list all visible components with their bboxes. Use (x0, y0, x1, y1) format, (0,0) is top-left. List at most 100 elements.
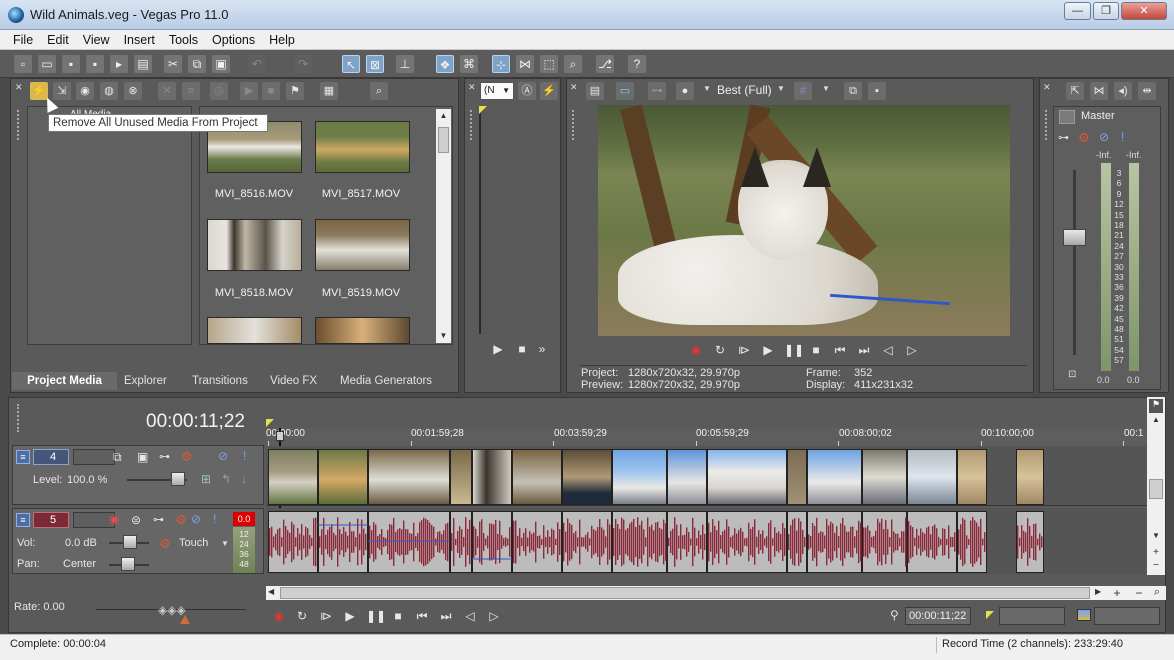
tab-project-media[interactable]: Project Media (12, 372, 117, 390)
dock-grip[interactable] (17, 110, 21, 140)
marker-flag-icon[interactable]: ⚑ (1149, 399, 1163, 413)
track-gear-icon[interactable]: ⚙ (181, 449, 193, 465)
menu-help[interactable]: Help (262, 30, 302, 49)
video-clip[interactable] (957, 449, 987, 505)
track-collapse-icon[interactable]: ≡ (16, 450, 30, 464)
menu-file[interactable]: File (6, 30, 40, 49)
start-preview-icon[interactable]: ▶ (240, 82, 258, 100)
preview-properties-icon[interactable]: ▤ (586, 82, 604, 100)
dock-grip[interactable] (1045, 110, 1049, 140)
redo-icon[interactable]: ↷ (294, 55, 312, 73)
audio-track-header[interactable]: ≡ 5 ◉ ⊜ ⊶ ⚙ ⊘ ! 0.0 12 24 36 48 Vol: 0.0… (12, 508, 264, 574)
tab-explorer[interactable]: Explorer (124, 372, 167, 390)
grid-icon[interactable]: # (794, 82, 812, 100)
track-solo-icon[interactable]: ! (243, 449, 246, 463)
go-to-start-icon[interactable]: ⏮ (414, 608, 430, 624)
close-preview-icon[interactable]: ✕ (570, 82, 578, 93)
video-preview-frame[interactable] (598, 105, 1010, 336)
cursor-time-field[interactable]: 00:00:11;22 (905, 607, 971, 625)
level-slider-handle[interactable] (171, 472, 185, 486)
chevron-down-icon[interactable]: ▼ (777, 84, 785, 93)
lock-faders-icon[interactable]: ⇹ (1138, 82, 1156, 100)
chevron-down-icon[interactable]: ▼ (822, 84, 830, 93)
child-track-icon[interactable]: ↓ (241, 472, 247, 486)
video-clip[interactable] (907, 449, 957, 505)
dock-grip[interactable] (17, 404, 21, 432)
master-fx-chain-icon[interactable]: ⊶ (1058, 131, 1069, 144)
snapping-icon[interactable]: ⊥ (396, 55, 414, 73)
video-clip[interactable] (667, 449, 707, 505)
video-clip[interactable] (512, 449, 562, 505)
play-from-start-icon[interactable]: ⧐ (318, 608, 334, 624)
zoom-out-time-icon[interactable]: − (1132, 586, 1146, 600)
media-properties-icon[interactable]: ≡ (182, 82, 200, 100)
master-fader-handle[interactable] (1063, 229, 1086, 246)
selection-length-field[interactable] (1094, 607, 1160, 625)
zoom-out-track-icon[interactable]: − (1149, 560, 1163, 572)
scroll-down-icon[interactable]: ▼ (1148, 531, 1164, 543)
track-fx-chain-icon[interactable]: ⊶ (153, 513, 164, 526)
tab-media-generators[interactable]: Media Generators (340, 372, 432, 390)
video-clip[interactable] (807, 449, 862, 505)
media-thumbnail[interactable] (315, 219, 410, 271)
media-scrollbar[interactable]: ▲ ▼ (436, 109, 451, 343)
scroll-down-icon[interactable]: ▼ (437, 331, 450, 341)
loop-region-marker[interactable] (266, 419, 274, 427)
selection-start-field[interactable] (999, 607, 1065, 625)
invert-phase-icon[interactable]: ⊜ (131, 513, 141, 527)
save-snapshot-icon[interactable]: ▪ (868, 82, 886, 100)
auto-ripple-icon[interactable]: ❖ (436, 55, 454, 73)
save-icon[interactable]: ▪ (62, 55, 80, 73)
new-project-icon[interactable]: ▫ (14, 55, 32, 73)
media-thumbnail[interactable] (315, 317, 410, 344)
dim-output-icon[interactable]: ◂) (1114, 82, 1132, 100)
compositing-icon[interactable]: ⊞ (201, 472, 211, 486)
zoom-in-track-icon[interactable]: + (1149, 547, 1163, 559)
menu-view[interactable]: View (76, 30, 117, 49)
envelope-edit-tool-icon[interactable]: ⊠ (366, 55, 384, 73)
get-media-from-web-icon[interactable]: ◍ (100, 82, 118, 100)
scroll-left-icon[interactable]: ◀ (268, 587, 278, 599)
track-fx-icon[interactable]: ▣ (137, 450, 148, 464)
track-fx-chain-icon[interactable]: ⊶ (159, 450, 170, 463)
enable-snapping-icon[interactable]: ⊹ (492, 55, 510, 73)
master-mute-icon[interactable]: ⊘ (1099, 130, 1109, 144)
video-clip[interactable] (787, 449, 807, 505)
stop-icon[interactable]: ■ (390, 608, 406, 624)
chevron-down-icon[interactable]: ▼ (703, 84, 711, 93)
lock-icon[interactable]: ⊡ (1068, 369, 1076, 380)
properties-icon[interactable]: ▤ (134, 55, 152, 73)
auto-preview-icon[interactable]: ⚑ (286, 82, 304, 100)
trimmer-dropdown[interactable]: (N ▼ (480, 82, 514, 100)
external-monitor-icon[interactable]: ▭ (616, 82, 634, 100)
search-media-icon[interactable]: ◎ (210, 82, 228, 100)
timeline-horizontal-scrollbar[interactable]: ◀ ▶ + − ⌕ (266, 586, 1166, 600)
copy-icon[interactable]: ⧉ (188, 55, 206, 73)
menu-tools[interactable]: Tools (162, 30, 205, 49)
zoom-tool-icon[interactable]: ⌕ (564, 55, 582, 73)
track-vertical-scrollbar[interactable]: ⚑ ▲ ▼ + − (1147, 397, 1165, 575)
copy-snapshot-icon[interactable]: ⧉ (844, 82, 862, 100)
track-name-field[interactable] (73, 449, 115, 465)
pause-icon[interactable]: ❚❚ (366, 608, 386, 624)
normal-edit-tool-icon[interactable]: ↖ (342, 55, 360, 73)
arm-record-icon[interactable]: ◉ (109, 512, 119, 526)
paste-icon[interactable]: ▣ (212, 55, 230, 73)
automation-gear-icon[interactable]: ⚙ (159, 536, 171, 552)
media-thumbnail[interactable] (207, 317, 302, 344)
selection-tool-icon[interactable]: ⬚ (540, 55, 558, 73)
master-fx-gear-icon[interactable]: ⚙ (1078, 130, 1090, 146)
video-clip[interactable] (612, 449, 667, 505)
stop-icon[interactable]: ■ (808, 342, 824, 358)
menu-options[interactable]: Options (205, 30, 262, 49)
menu-insert[interactable]: Insert (117, 30, 162, 49)
play-icon[interactable]: ▶ (760, 342, 776, 358)
undo-icon[interactable]: ↶ (248, 55, 266, 73)
save-as-icon[interactable]: ▪ (86, 55, 104, 73)
video-clip[interactable] (862, 449, 907, 505)
preview-quality-dropdown[interactable]: Best (Full) (717, 83, 772, 97)
tab-video-fx[interactable]: Video FX (270, 372, 317, 390)
previous-frame-icon[interactable]: ◁ (462, 608, 478, 624)
video-clip[interactable] (318, 449, 368, 505)
search-icon[interactable]: ⌕ (370, 82, 388, 100)
